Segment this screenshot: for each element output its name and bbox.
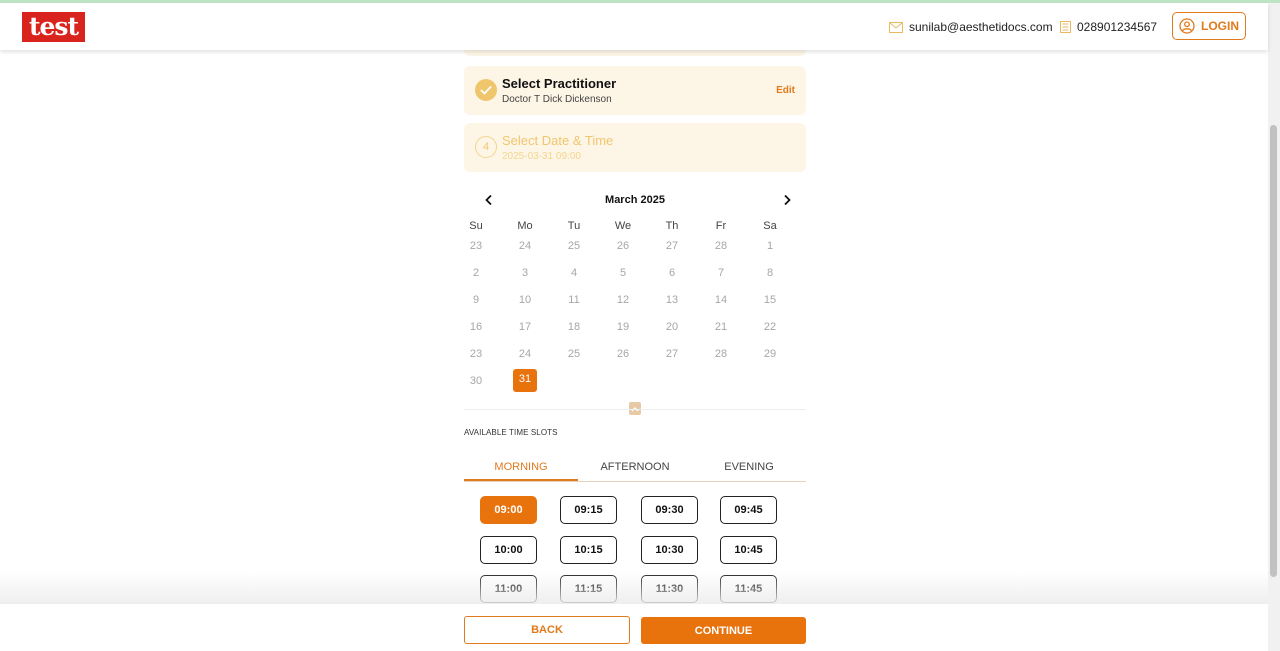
chevron-right-icon[interactable] xyxy=(782,194,792,206)
calendar-week: 2 3 4 5 6 7 8 xyxy=(464,265,806,292)
weekday-label: Th xyxy=(665,220,679,232)
weekday-label: Mo xyxy=(517,220,533,232)
calendar-weekdays: Su Mo Tu We Th Fr Sa xyxy=(464,216,806,238)
weekday-label: We xyxy=(614,220,632,232)
user-circle-icon xyxy=(1179,18,1195,34)
calendar-week: 23 24 25 26 27 28 1 xyxy=(464,238,806,265)
calendar-day[interactable]: 2 xyxy=(464,265,488,281)
calendar-day[interactable]: 8 xyxy=(758,265,782,281)
calendar-day[interactable]: 1 xyxy=(758,238,782,254)
calendar: March 2025 Su Mo Tu We Th Fr Sa 23 24 25 26 27 28 1 2 3… xyxy=(464,190,806,392)
calendar-week: 30 31 xyxy=(464,369,806,400)
calendar-grid: Su Mo Tu We Th Fr Sa 23 24 25 26 27 28 1 2 3 4 5 6 7 8 9 10 11 1… xyxy=(464,216,806,400)
calendar-day[interactable]: 24 xyxy=(513,238,537,254)
calendar-day[interactable]: 14 xyxy=(709,292,733,308)
step-title: Select Practitioner xyxy=(502,76,617,91)
logo[interactable]: test xyxy=(22,12,85,42)
calendar-day[interactable]: 30 xyxy=(464,373,488,389)
calendar-day[interactable]: 4 xyxy=(562,265,586,281)
footer-bar xyxy=(0,604,1268,651)
time-slot[interactable]: 09:15 xyxy=(560,496,617,524)
calendar-day[interactable]: 24 xyxy=(513,346,537,362)
calendar-day[interactable]: 21 xyxy=(709,319,733,335)
login-label: LOGIN xyxy=(1201,19,1239,33)
calendar-day[interactable]: 19 xyxy=(611,319,635,335)
time-slot[interactable]: 09:30 xyxy=(641,496,698,524)
calendar-day[interactable]: 18 xyxy=(562,319,586,335)
calendar-day[interactable]: 20 xyxy=(660,319,684,335)
calendar-day[interactable]: 25 xyxy=(562,346,586,362)
calendar-day[interactable]: 29 xyxy=(758,346,782,362)
weekday-label: Fr xyxy=(715,220,727,232)
scroll-fade xyxy=(0,572,1268,605)
time-slot[interactable]: 10:30 xyxy=(641,536,698,564)
login-button[interactable]: LOGIN xyxy=(1172,12,1246,40)
calendar-day[interactable]: 25 xyxy=(562,238,586,254)
calendar-day[interactable]: 23 xyxy=(464,346,488,362)
calendar-day-selected[interactable]: 31 xyxy=(513,369,537,392)
calendar-day[interactable]: 17 xyxy=(513,319,537,335)
weekday-label: Su xyxy=(469,220,483,232)
email-contact[interactable]: sunilab@aesthetidocs.com xyxy=(889,20,1053,34)
tab-evening[interactable]: EVENING xyxy=(692,461,806,473)
phone-contact[interactable]: 028901234567 xyxy=(1060,20,1157,34)
calendar-day[interactable]: 15 xyxy=(758,292,782,308)
time-slot[interactable]: 09:45 xyxy=(720,496,777,524)
calendar-day[interactable]: 26 xyxy=(611,346,635,362)
time-slot[interactable]: 10:45 xyxy=(720,536,777,564)
calendar-day[interactable]: 6 xyxy=(660,265,684,281)
phone-text: 028901234567 xyxy=(1077,20,1158,34)
phone-icon xyxy=(1060,21,1071,33)
calendar-day[interactable]: 5 xyxy=(611,265,635,281)
email-text: sunilab@aesthetidocs.com xyxy=(909,20,1053,34)
step-title: Select Date & Time xyxy=(502,133,614,148)
calendar-header: March 2025 xyxy=(464,190,806,212)
active-tab-underline xyxy=(464,479,578,481)
envelope-icon xyxy=(889,21,903,33)
edit-link[interactable]: Edit xyxy=(776,85,795,96)
calendar-week: 16 17 18 19 20 21 22 xyxy=(464,319,806,346)
weekday-label: Tu xyxy=(567,220,581,232)
calendar-day[interactable]: 13 xyxy=(660,292,684,308)
continue-button[interactable]: CONTINUE xyxy=(641,617,806,644)
calendar-day[interactable]: 11 xyxy=(562,292,586,308)
calendar-day[interactable]: 28 xyxy=(709,238,733,254)
calendar-day[interactable]: 3 xyxy=(513,265,537,281)
time-of-day-tabs: MORNING AFTERNOON EVENING xyxy=(464,459,806,482)
step-select-practitioner: Select Practitioner Doctor T Dick Dicken… xyxy=(464,66,806,115)
weekday-label: Sa xyxy=(763,220,777,232)
calendar-week: 9 10 11 12 13 14 15 xyxy=(464,292,806,319)
calendar-day[interactable]: 23 xyxy=(464,238,488,254)
check-icon xyxy=(475,79,497,101)
divider xyxy=(464,409,806,410)
calendar-day[interactable]: 9 xyxy=(464,292,488,308)
calendar-day[interactable]: 12 xyxy=(611,292,635,308)
scrollbar-thumb[interactable] xyxy=(1270,125,1277,577)
tab-morning[interactable]: MORNING xyxy=(464,461,578,473)
calendar-day[interactable]: 16 xyxy=(464,319,488,335)
step-number: 4 xyxy=(475,136,497,158)
step-subtitle: Doctor T Dick Dickenson xyxy=(502,94,612,105)
calendar-day[interactable]: 22 xyxy=(758,319,782,335)
tab-afternoon[interactable]: AFTERNOON xyxy=(578,461,692,473)
time-slots-label: AVAILABLE TIME SLOTS xyxy=(464,428,558,437)
calendar-day[interactable]: 28 xyxy=(709,346,733,362)
time-slot-selected[interactable]: 09:00 xyxy=(480,496,537,524)
calendar-day[interactable]: 10 xyxy=(513,292,537,308)
previous-step-card-edge xyxy=(464,50,806,56)
page-scrollbar[interactable] xyxy=(1268,3,1280,651)
time-slot[interactable]: 10:00 xyxy=(480,536,537,564)
calendar-day[interactable]: 7 xyxy=(709,265,733,281)
step-subtitle: 2025-03-31 09:00 xyxy=(502,151,581,162)
time-slot[interactable]: 10:15 xyxy=(560,536,617,564)
calendar-day[interactable]: 27 xyxy=(660,238,684,254)
calendar-day[interactable]: 26 xyxy=(611,238,635,254)
site-header: test sunilab@aesthetidocs.com 0289012345… xyxy=(0,3,1268,50)
step-select-date-time[interactable]: 4 Select Date & Time 2025-03-31 09:00 xyxy=(464,123,806,172)
calendar-month: March 2025 xyxy=(605,194,665,206)
calendar-day[interactable]: 27 xyxy=(660,346,684,362)
back-button[interactable]: BACK xyxy=(464,616,630,644)
